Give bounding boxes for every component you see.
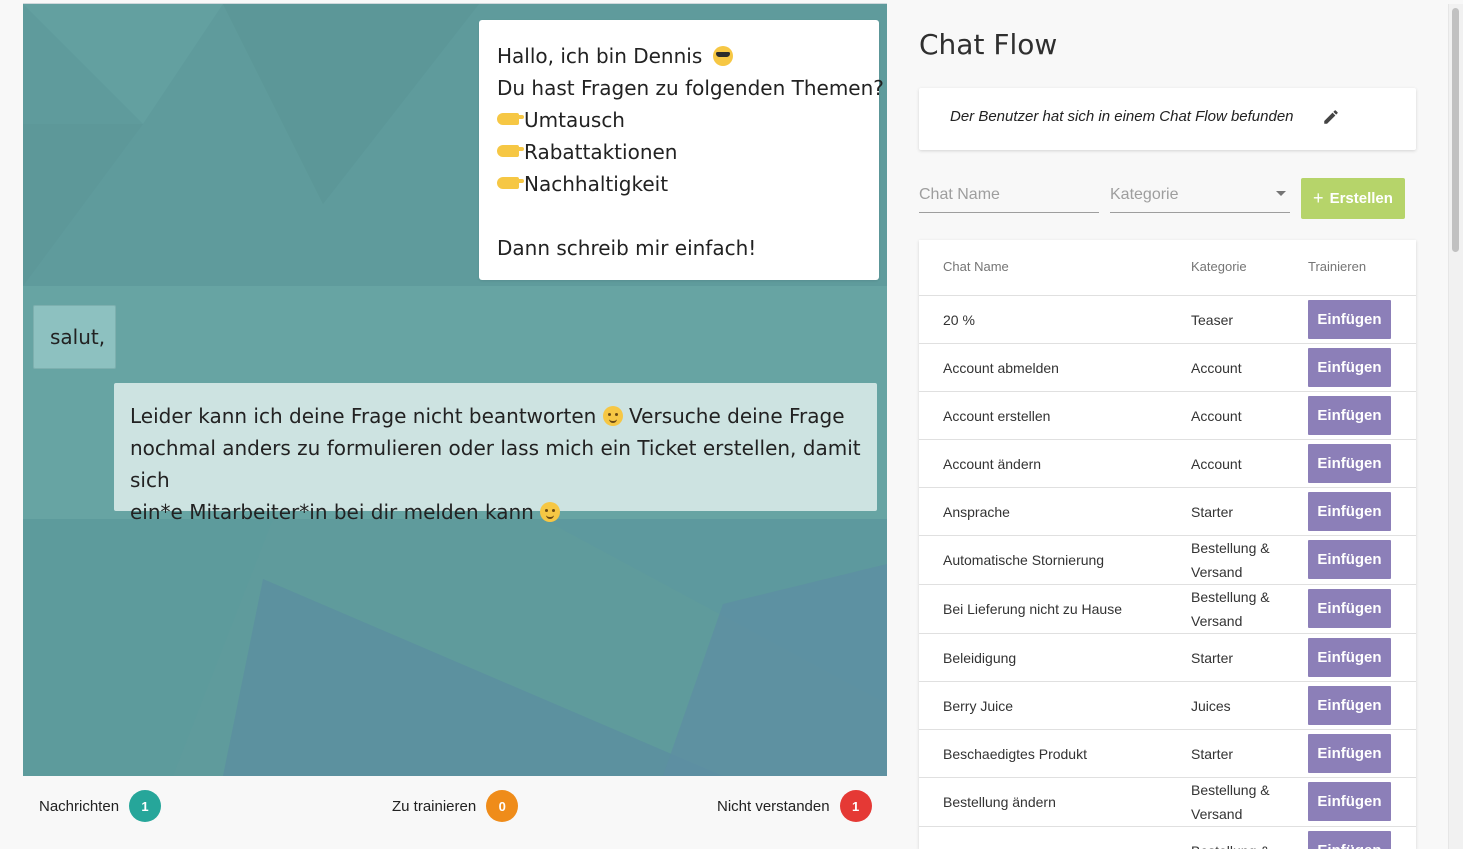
topic-item: Nachhaltigkeit xyxy=(524,172,669,196)
row-chat-name: Berry Juice xyxy=(943,697,1014,714)
row-category: Account xyxy=(1191,455,1242,472)
bot-reply-line: ein*e Mitarbeiter*in bei dir melden kann xyxy=(130,500,534,524)
pencil-icon[interactable] xyxy=(1322,108,1340,131)
insert-button[interactable]: Einfügen xyxy=(1308,686,1391,725)
row-chat-name: Account erstellen xyxy=(943,407,1051,424)
scrollbar-thumb[interactable] xyxy=(1452,8,1459,252)
table-row: Bei Lieferung nicht zu Hause Bestellung &… xyxy=(919,585,1416,634)
insert-button[interactable]: Einfügen xyxy=(1308,638,1391,677)
stat-badge: 0 xyxy=(486,790,519,822)
insert-button[interactable]: Einfügen xyxy=(1308,348,1391,387)
stat-messages: Nachrichten 1 xyxy=(39,790,162,822)
insert-button[interactable]: Einfügen xyxy=(1308,831,1391,849)
table-row: Account erstellen Account Einfügen xyxy=(919,392,1416,440)
create-button-label: Erstellen xyxy=(1329,190,1393,207)
stat-label: Zu trainieren xyxy=(392,797,477,815)
insert-button[interactable]: Einfügen xyxy=(1308,734,1391,773)
row-chat-name: Bestellung ändern xyxy=(943,794,1056,810)
bot-welcome-message: Hallo, ich bin Dennis Du hast Fragen zu … xyxy=(479,20,884,280)
table-header: Chat Name Kategorie Trainieren xyxy=(919,240,1416,296)
table-row: Beschaedigtes Produkt Starter Einfügen xyxy=(919,730,1416,778)
bot-reply-line: nochmal anders zu formulieren oder lass … xyxy=(130,436,861,492)
row-chat-name: Ansprache xyxy=(943,503,1010,520)
row-category: Starter xyxy=(1191,503,1234,520)
bot-intro-line: Dann schreib mir einfach! xyxy=(497,236,757,260)
row-category: Account xyxy=(1191,407,1242,424)
topic-item: Umtausch xyxy=(524,108,625,132)
header-category: Kategorie xyxy=(1191,259,1247,274)
row-category: Bestellung & Versand xyxy=(1191,540,1270,580)
table-row: Bestellung & Einfügen xyxy=(919,827,1416,849)
stat-badge: 1 xyxy=(839,790,872,822)
stat-label: Nicht verstanden xyxy=(717,797,830,815)
row-chat-name: 20 % xyxy=(943,311,975,328)
row-category: Starter xyxy=(1191,745,1234,762)
table-row: Account ändern Account Einfügen xyxy=(919,440,1416,488)
sunglasses-emoji-icon xyxy=(712,46,733,66)
chat-name-placeholder: Chat Name xyxy=(919,186,1000,203)
bot-intro-line: Du hast Fragen zu folgenden Themen? xyxy=(497,76,884,100)
table-row: Account abmelden Account Einfügen xyxy=(919,344,1416,392)
insert-button[interactable]: Einfügen xyxy=(1308,300,1391,339)
category-select[interactable]: Kategorie xyxy=(1110,178,1290,213)
pointing-hand-icon xyxy=(497,113,524,125)
table-row: 20 % Teaser Einfügen xyxy=(919,296,1416,344)
header-chat-name: Chat Name xyxy=(943,259,1009,274)
topic-item: Rabattaktionen xyxy=(524,140,678,164)
create-button[interactable]: + Erstellen xyxy=(1301,178,1405,219)
row-chat-name: Beleidigung xyxy=(943,649,1017,666)
bot-fallback-message: Leider kann ich deine Frage nicht beantw… xyxy=(114,383,877,524)
panel-title: Chat Flow xyxy=(919,28,1058,61)
smile-emoji-icon xyxy=(540,502,561,522)
row-category: Bestellung & Versand xyxy=(1191,782,1270,822)
table-row: Automatische Stornierung Bestellung & Ver… xyxy=(919,536,1416,585)
plus-icon: + xyxy=(1313,188,1324,208)
stat-badge: 1 xyxy=(129,790,162,822)
insert-button[interactable]: Einfügen xyxy=(1308,540,1391,579)
header-train: Trainieren xyxy=(1308,259,1367,274)
row-category: Bestellung & Versand xyxy=(1191,589,1270,629)
stat-not-understood: Nicht verstanden 1 xyxy=(717,790,872,822)
pointing-hand-icon xyxy=(497,177,524,189)
bot-reply-line: Versuche deine Frage xyxy=(629,404,845,428)
chat-window: Hallo, ich bin Dennis Du hast Fragen zu … xyxy=(23,4,887,776)
flow-info-text: Der Benutzer hat sich in einem Chat Flow… xyxy=(950,108,1294,125)
row-chat-name: Beschaedigtes Produkt xyxy=(943,745,1087,762)
user-message: salut, xyxy=(33,305,116,369)
stat-to-train: Zu trainieren 0 xyxy=(392,790,519,822)
insert-button[interactable]: Einfügen xyxy=(1308,396,1391,435)
flow-info-card: Der Benutzer hat sich in einem Chat Flow… xyxy=(919,88,1416,150)
table-row: Berry Juice Juices Einfügen xyxy=(919,682,1416,730)
row-chat-name: Account ändern xyxy=(943,455,1042,472)
chevron-down-icon xyxy=(1276,191,1286,196)
row-category: Teaser xyxy=(1191,311,1234,328)
row-chat-name: Automatische Stornierung xyxy=(943,552,1105,568)
insert-button[interactable]: Einfügen xyxy=(1308,444,1391,483)
bot-reply-line: Leider kann ich deine Frage nicht beantw… xyxy=(130,404,597,428)
insert-button[interactable]: Einfügen xyxy=(1308,782,1391,821)
row-category: Account xyxy=(1191,359,1242,376)
chat-flow-table: Chat Name Kategorie Trainieren 20 % Tease… xyxy=(919,240,1416,849)
pensive-emoji-icon xyxy=(602,406,623,426)
row-category: Bestellung & xyxy=(1191,827,1291,849)
insert-button[interactable]: Einfügen xyxy=(1308,589,1391,628)
row-category: Starter xyxy=(1191,649,1234,666)
row-chat-name: Bei Lieferung nicht zu Hause xyxy=(943,601,1122,617)
row-chat-name: Account abmelden xyxy=(943,359,1059,376)
insert-button[interactable]: Einfügen xyxy=(1308,492,1391,531)
row-category: Juices xyxy=(1191,697,1231,714)
table-row: Bestellung ändern Bestellung & Versand Ein… xyxy=(919,778,1416,827)
category-placeholder: Kategorie xyxy=(1110,186,1179,203)
bot-intro-line: Hallo, ich bin Dennis xyxy=(497,44,703,68)
pointing-hand-icon xyxy=(497,145,524,157)
chat-name-input[interactable]: Chat Name xyxy=(919,178,1099,213)
table-row: Beleidigung Starter Einfügen xyxy=(919,634,1416,682)
table-row: Ansprache Starter Einfügen xyxy=(919,488,1416,536)
stat-label: Nachrichten xyxy=(39,797,120,815)
